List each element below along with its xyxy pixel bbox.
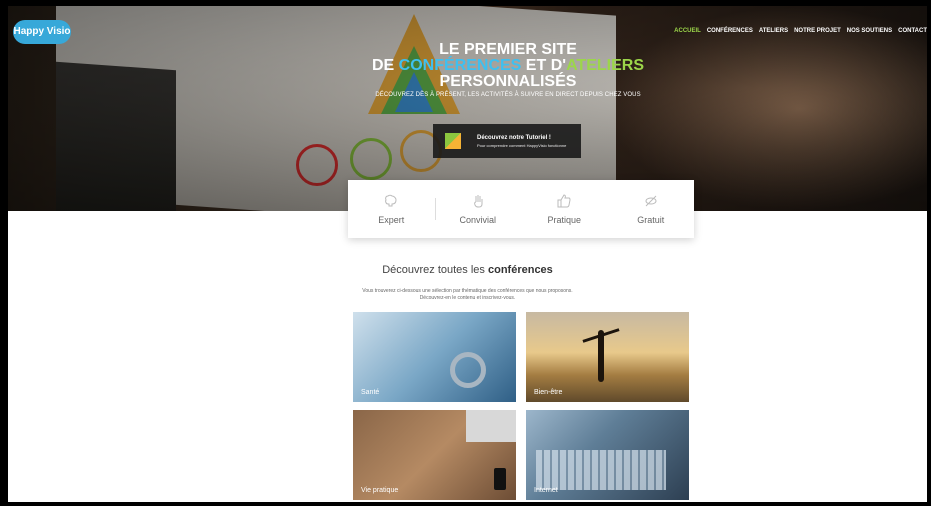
- category-label: Santé: [361, 389, 380, 396]
- main-nav: ACCUEIL CONFÉRENCES ATELIERS NOTRE PROJE…: [674, 28, 927, 34]
- nav-item-conferences[interactable]: CONFÉRENCES: [707, 28, 753, 34]
- features-bar: Expert Convivial Pratique Gratuit: [348, 180, 694, 238]
- nav-item-notre-projet[interactable]: NOTRE PROJET: [794, 28, 841, 34]
- feature-label: Expert: [378, 215, 405, 225]
- nav-item-contact[interactable]: CONTACT: [898, 28, 927, 34]
- nav-item-ateliers[interactable]: ATELIERS: [759, 28, 788, 34]
- section-title-bold: conférences: [487, 264, 553, 276]
- tutorial-title: Découvrez notre Tutoriel !: [477, 134, 551, 141]
- category-label: Internet: [534, 487, 558, 494]
- hero-headline: LE PREMIER SITE DE CONFÉRENCES ET D'ATEL…: [308, 41, 708, 99]
- section-title-prefix: Découvrez toutes les: [382, 264, 488, 276]
- brain-icon: [383, 193, 399, 209]
- happyvisio-logo[interactable]: Happy Visio: [13, 20, 71, 44]
- hero-line-2-part: PERSONNALISÉS: [439, 73, 577, 90]
- hero-word-ateliers: ATELIERS: [566, 57, 644, 74]
- tutorial-text: Découvrez notre Tutoriel ! Pour comprend…: [477, 135, 566, 148]
- logo-text: Happy Visio: [13, 26, 71, 37]
- no-money-icon: [643, 193, 659, 209]
- nav-item-nos-soutiens[interactable]: NOS SOUTIENS: [847, 28, 892, 34]
- category-card-internet[interactable]: Internet: [526, 410, 689, 500]
- tutorial-banner[interactable]: Découvrez notre Tutoriel ! Pour comprend…: [433, 124, 581, 158]
- hero-line-2-part: ET D': [521, 57, 567, 74]
- feature-label: Gratuit: [637, 215, 665, 225]
- section-title: Découvrez toutes les conférences: [8, 264, 927, 276]
- keyboard-image: [536, 450, 666, 490]
- category-card-vie-pratique[interactable]: Vie pratique: [353, 410, 516, 500]
- section-intro: Vous trouverez ci-dessous une sélection …: [8, 288, 927, 302]
- hand-icon: [470, 193, 486, 209]
- category-label: Vie pratique: [361, 487, 399, 494]
- feature-label: Pratique: [547, 215, 582, 225]
- hero-line-2-part: DE: [372, 57, 399, 74]
- feature-pratique: Pratique: [521, 180, 608, 238]
- hero-subtitle: DÉCOUVREZ DÈS À PRÉSENT, LES ACTIVITÉS À…: [375, 92, 641, 98]
- tutorial-icon: [445, 133, 461, 149]
- person-silhouette-image: [598, 330, 604, 382]
- page-frame: Happy Visio ACCUEIL CONFÉRENCES ATELIERS…: [8, 6, 927, 502]
- nav-item-accueil[interactable]: ACCUEIL: [674, 28, 701, 34]
- laptop-image: [466, 410, 516, 442]
- feature-convivial: Convivial: [434, 180, 522, 238]
- hero-line-1: LE PREMIER SITE: [439, 41, 577, 58]
- phone-image: [494, 468, 506, 490]
- stethoscope-image: [450, 352, 486, 388]
- category-label: Bien-être: [534, 389, 563, 396]
- section-intro-line: Découvrez-en le contenu et inscrivez-vou…: [419, 295, 516, 301]
- feature-gratuit: Gratuit: [608, 180, 695, 238]
- thumbs-up-icon: [556, 193, 572, 209]
- hero-word-conferences: CONFÉRENCES: [398, 57, 522, 74]
- section-intro-line: Vous trouverez ci-dessous une sélection …: [362, 288, 573, 294]
- feature-expert: Expert: [348, 180, 435, 238]
- hero-line-2: DE CONFÉRENCES ET D'ATELIERS PERSONNALIS…: [308, 58, 708, 90]
- category-card-bien-etre[interactable]: Bien-être: [526, 312, 689, 402]
- feature-label: Convivial: [459, 215, 496, 225]
- category-card-sante[interactable]: Santé: [353, 312, 516, 402]
- tutorial-subtitle: Pour comprendre comment HappyVisio fonct…: [477, 142, 567, 148]
